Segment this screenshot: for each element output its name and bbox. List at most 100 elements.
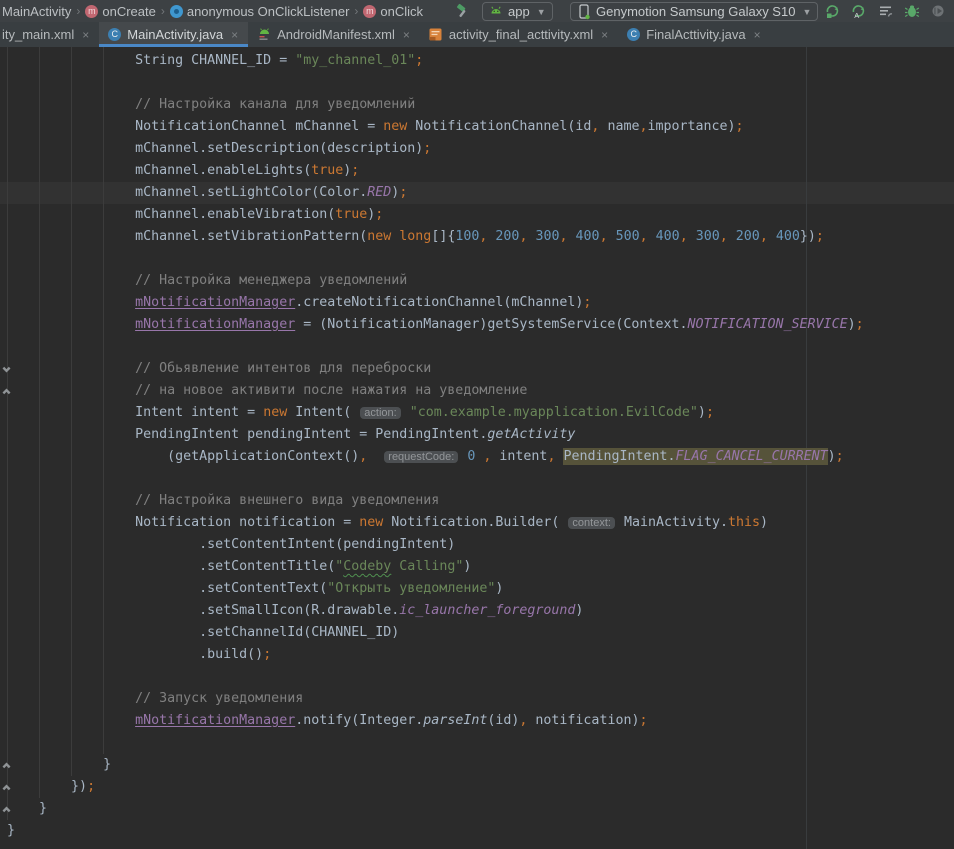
anonymous-class-icon: [170, 5, 183, 18]
breadcrumb-separator: ›: [75, 4, 81, 18]
code-token: mChannel.enableLights(: [135, 163, 311, 178]
code-token: FLAG_CANCEL_CURRENT: [676, 449, 828, 464]
code-line[interactable]: // Запуск уведомления: [7, 688, 303, 710]
code-line[interactable]: NotificationChannel mChannel = new Notif…: [7, 116, 744, 138]
build-hammer-icon[interactable]: [452, 2, 472, 20]
tab-close-icon[interactable]: ×: [82, 28, 89, 42]
tab-close-icon[interactable]: ×: [754, 28, 761, 42]
manifest-file-icon: [257, 28, 271, 42]
code-line[interactable]: .setContentText("Открыть уведомление"): [7, 578, 503, 600]
fold-arrow-down-icon[interactable]: [1, 364, 12, 375]
code-line[interactable]: Intent intent = new Intent( action: "com…: [7, 402, 714, 424]
code-token: mChannel.setVibrationPattern(: [135, 229, 367, 244]
tab-finalacttivity-java[interactable]: CFinalActtivity.java×: [618, 22, 770, 47]
code-area: String CHANNEL_ID = "my_channel_01"; // …: [0, 47, 954, 849]
code-line[interactable]: // Настройка внешнего вида уведомления: [7, 490, 439, 512]
breadcrumb-item[interactable]: anonymous OnClickListener: [170, 4, 350, 19]
code-token: }: [103, 757, 111, 772]
code-token: true: [335, 207, 367, 222]
tab-androidmanifest-xml[interactable]: AndroidManifest.xml×: [248, 22, 420, 47]
code-line[interactable]: });: [7, 776, 95, 798]
fold-arrow-up-icon[interactable]: [1, 386, 12, 397]
code-line[interactable]: }: [7, 820, 15, 842]
code-line[interactable]: .setContentTitle("Codeby Calling"): [7, 556, 471, 578]
tab-label: activity_final_acttivity.xml: [449, 27, 593, 42]
code-token: MainActivity.: [616, 515, 728, 530]
code-token: ;: [856, 317, 864, 332]
code-line[interactable]: String CHANNEL_ID = "my_channel_01";: [7, 50, 423, 72]
code-line[interactable]: .setChannelId(CHANNEL_ID): [7, 622, 399, 644]
code-line[interactable]: .setContentIntent(pendingIntent): [7, 534, 455, 556]
code-token: = (NotificationManager)getSystemService(…: [295, 317, 687, 332]
code-line[interactable]: .build();: [7, 644, 271, 666]
code-token: Intent(: [287, 405, 359, 420]
code-line[interactable]: PendingIntent pendingIntent = PendingInt…: [7, 424, 575, 446]
code-token: importance): [647, 119, 735, 134]
code-token: ): [698, 405, 706, 420]
code-token: // Настройка менеджера уведомлений: [135, 273, 407, 288]
profiler-icon[interactable]: [876, 2, 896, 20]
code-token: 100: [455, 229, 479, 244]
code-line[interactable]: mChannel.setLightColor(Color.RED);: [7, 182, 407, 204]
code-token: 500: [616, 229, 640, 244]
tab-mainactivity-java[interactable]: CMainActivity.java×: [99, 22, 248, 47]
code-line[interactable]: mChannel.enableVibration(true);: [7, 204, 383, 226]
code-line[interactable]: // на новое активити после нажатия на ув…: [7, 380, 527, 402]
breadcrumb-item[interactable]: monCreate: [85, 4, 155, 19]
code-line[interactable]: }: [7, 754, 111, 776]
code-token: 400: [776, 229, 800, 244]
code-line[interactable]: (getApplicationContext(), requestCode: 0…: [7, 446, 844, 468]
code-token: .createNotificationChannel(mChannel): [295, 295, 583, 310]
tab-ity-main-xml[interactable]: ity_main.xml×: [0, 22, 99, 47]
code-token: getActivity: [487, 427, 575, 442]
tab-close-icon[interactable]: ×: [231, 28, 238, 42]
code-token: Notification.Builder(: [383, 515, 567, 530]
code-token: Calling": [391, 559, 463, 574]
apply-code-changes-icon[interactable]: A: [848, 2, 868, 20]
code-token: ;: [415, 53, 423, 68]
device-selector[interactable]: Genymotion Samsung Galaxy S10 ▼: [570, 2, 818, 21]
tab-activity-final-acttivity-xml[interactable]: activity_final_acttivity.xml ×: [420, 22, 618, 47]
code-line[interactable]: }: [7, 798, 47, 820]
code-token: .notify(Integer.: [295, 713, 423, 728]
code-token: ,: [560, 229, 568, 244]
fold-arrow-up-icon[interactable]: [1, 804, 12, 815]
code-line[interactable]: mNotificationManager.createNotificationC…: [7, 292, 591, 314]
code-token: 300: [535, 229, 559, 244]
code-line[interactable]: mNotificationManager = (NotificationMana…: [7, 314, 864, 336]
parameter-hint: requestCode:: [384, 451, 458, 463]
apply-changes-restart-icon[interactable]: [822, 2, 842, 20]
breadcrumb-item[interactable]: MainActivity: [2, 4, 71, 19]
code-line[interactable]: // Настройка менеджера уведомлений: [7, 270, 407, 292]
code-line[interactable]: mNotificationManager.notify(Integer.pars…: [7, 710, 647, 732]
chevron-down-icon: ▼: [802, 7, 811, 17]
code-token: ;: [87, 779, 95, 794]
code-token: [568, 229, 576, 244]
code-token: Notification notification =: [135, 515, 359, 530]
code-line[interactable]: mChannel.setVibrationPattern(new long[]{…: [7, 226, 824, 248]
code-line[interactable]: mChannel.setDescription(description);: [7, 138, 431, 160]
tab-close-icon[interactable]: ×: [403, 28, 410, 42]
code-token: }: [7, 823, 15, 838]
run-config-selector[interactable]: app ▼: [482, 2, 553, 21]
code-token: .setContentText(: [199, 581, 327, 596]
code-line[interactable]: // Настройка канала для уведомлений: [7, 94, 415, 116]
fold-arrow-up-icon[interactable]: [1, 760, 12, 771]
code-token: .setContentTitle(: [199, 559, 335, 574]
code-token: ;: [351, 163, 359, 178]
class-file-icon: C: [108, 28, 121, 41]
tab-close-icon[interactable]: ×: [601, 28, 608, 42]
fold-arrow-up-icon[interactable]: [1, 782, 12, 793]
code-line[interactable]: mChannel.enableLights(true);: [7, 160, 359, 182]
code-token: mNotificationManager: [135, 713, 295, 728]
breadcrumb-item[interactable]: monClick: [363, 4, 423, 19]
code-token: mChannel.setDescription(description): [135, 141, 423, 156]
code-token: [402, 405, 410, 420]
code-editor[interactable]: String CHANNEL_ID = "my_channel_01"; // …: [0, 47, 954, 849]
attach-debugger-icon[interactable]: [902, 2, 922, 20]
method-icon: m: [85, 5, 98, 18]
code-line[interactable]: Notification notification = new Notifica…: [7, 512, 768, 534]
code-line[interactable]: .setSmallIcon(R.drawable.ic_launcher_for…: [7, 600, 583, 622]
code-token: intent: [491, 449, 547, 464]
code-line[interactable]: // Обьявление интентов для переброски: [7, 358, 431, 380]
